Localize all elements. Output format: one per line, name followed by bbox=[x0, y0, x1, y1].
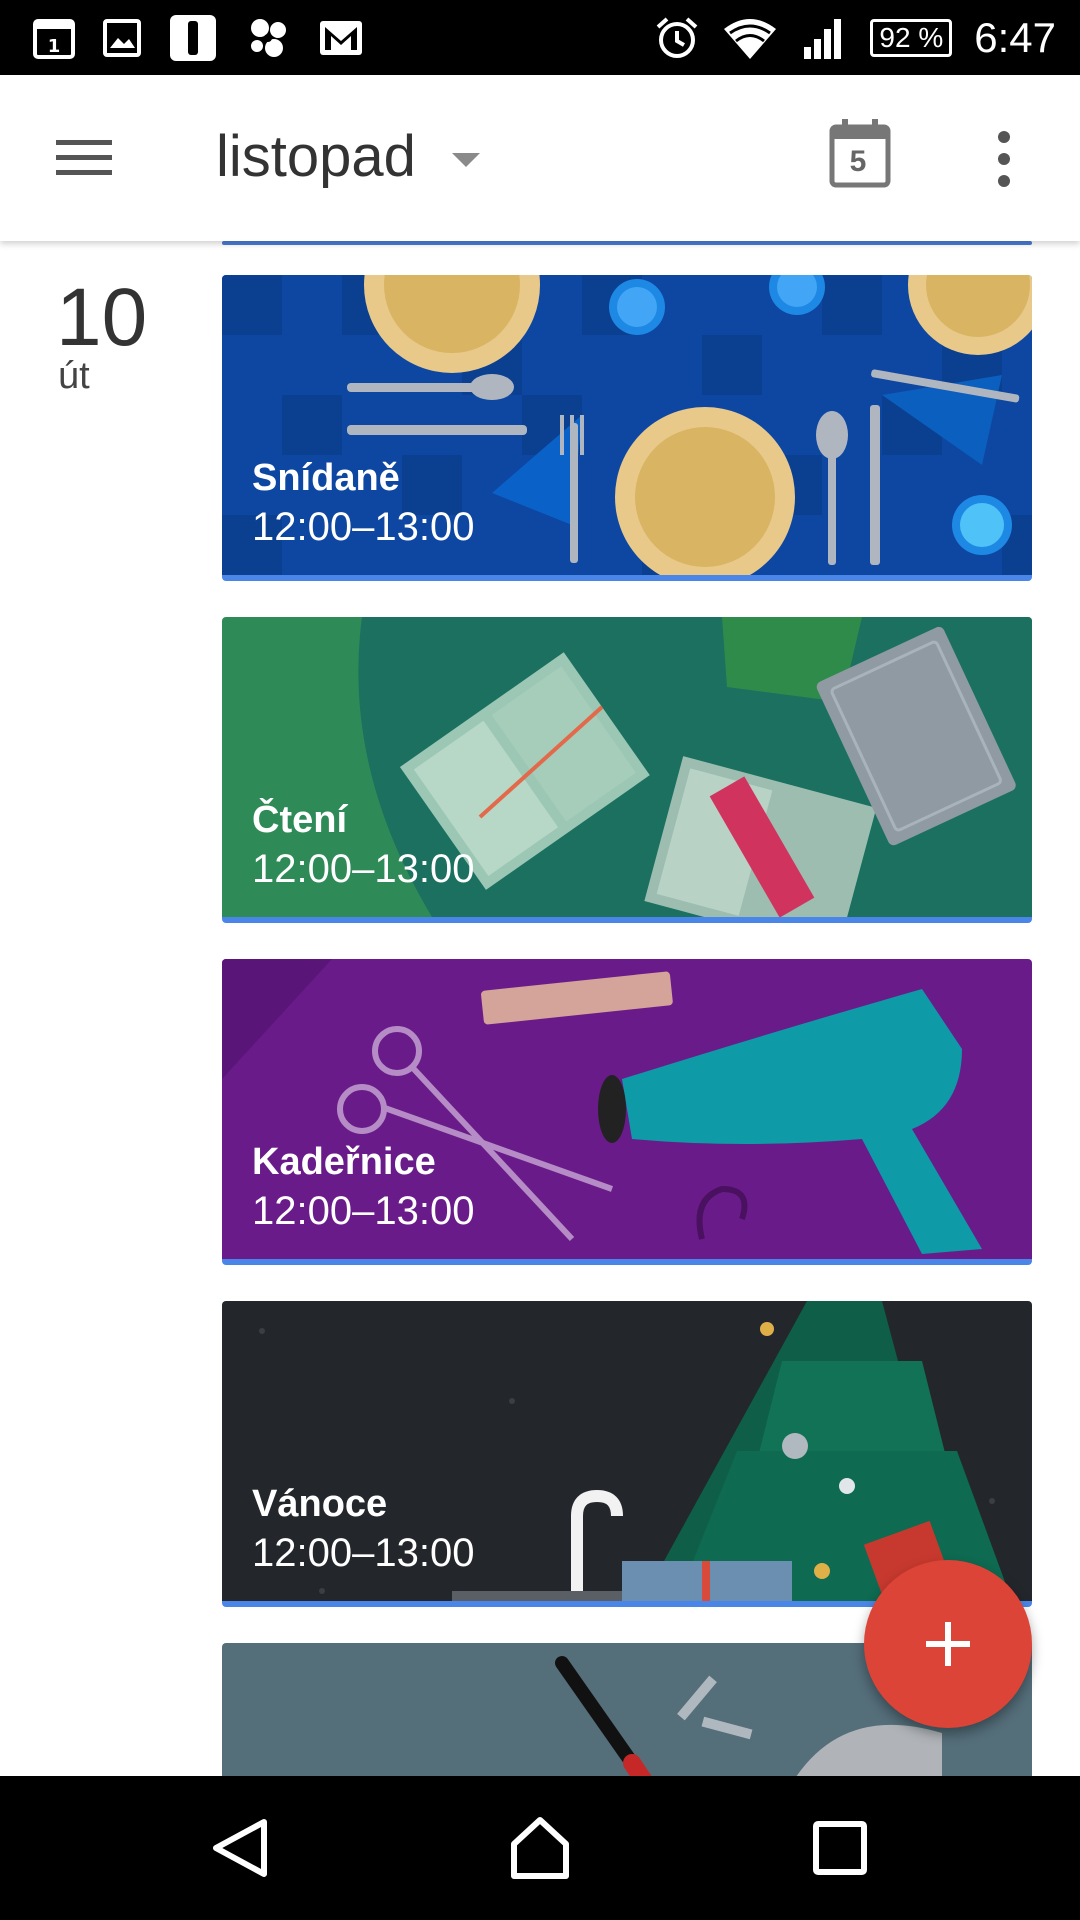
gmail-notification-icon bbox=[320, 21, 362, 55]
navigation-bar bbox=[0, 1776, 1080, 1920]
dropdown-caret-icon[interactable] bbox=[452, 153, 480, 167]
alarm-icon bbox=[657, 17, 698, 58]
event-title: Vánoce bbox=[252, 1483, 388, 1525]
event-title: Snídaně bbox=[252, 457, 400, 499]
more-vert-icon[interactable] bbox=[986, 127, 1022, 191]
event-time: 12:00–13:00 bbox=[252, 1531, 475, 1575]
event-time: 12:00–13:00 bbox=[252, 1189, 475, 1233]
wifi-icon bbox=[724, 19, 777, 59]
battery-level: 92 % bbox=[879, 22, 944, 53]
day-name: út bbox=[58, 355, 90, 397]
app-bar: listopad 5 bbox=[0, 75, 1080, 241]
svg-text:1: 1 bbox=[48, 36, 61, 57]
schedule-view: 10 út Snídaně 12:00–13:00 Čtení 12:00–13… bbox=[0, 241, 1080, 1776]
event-time: 12:00–13:00 bbox=[252, 505, 475, 549]
home-icon[interactable] bbox=[504, 1812, 576, 1884]
today-number: 5 bbox=[849, 145, 867, 178]
notification-icons: 1 bbox=[32, 14, 364, 62]
pinwheel-notification-icon bbox=[251, 19, 286, 57]
event-card-christmas[interactable]: Vánoce 12:00–13:00 bbox=[222, 1301, 1032, 1607]
battery-icon: 92 % bbox=[870, 19, 953, 57]
image-notification-icon bbox=[103, 19, 141, 57]
event-time: 12:00–13:00 bbox=[252, 847, 475, 891]
back-icon[interactable] bbox=[204, 1812, 276, 1884]
menu-icon[interactable] bbox=[48, 128, 120, 188]
event-title: Kadeřnice bbox=[252, 1141, 436, 1183]
clock: 6:47 bbox=[974, 14, 1056, 61]
today-button[interactable]: 5 bbox=[828, 117, 900, 193]
recents-icon[interactable] bbox=[804, 1812, 876, 1884]
event-card-breakfast[interactable]: Snídaně 12:00–13:00 bbox=[222, 275, 1032, 581]
event-card-hairdresser[interactable]: Kadeřnice 12:00–13:00 bbox=[222, 959, 1032, 1265]
app-notification-icon bbox=[170, 15, 216, 61]
status-bar: 1 92 % 6:47 bbox=[0, 0, 1080, 75]
day-number: 10 bbox=[56, 272, 148, 363]
event-card-reading[interactable]: Čtení 12:00–13:00 bbox=[222, 617, 1032, 923]
month-title[interactable]: listopad bbox=[216, 123, 416, 190]
system-icons: 92 % 6:47 bbox=[654, 10, 1056, 66]
add-event-button[interactable] bbox=[864, 1560, 1032, 1728]
event-title: Čtení bbox=[252, 799, 347, 841]
previous-event-edge bbox=[222, 241, 1032, 245]
signal-icon bbox=[804, 19, 842, 59]
calendar-notification-icon: 1 bbox=[33, 19, 75, 59]
